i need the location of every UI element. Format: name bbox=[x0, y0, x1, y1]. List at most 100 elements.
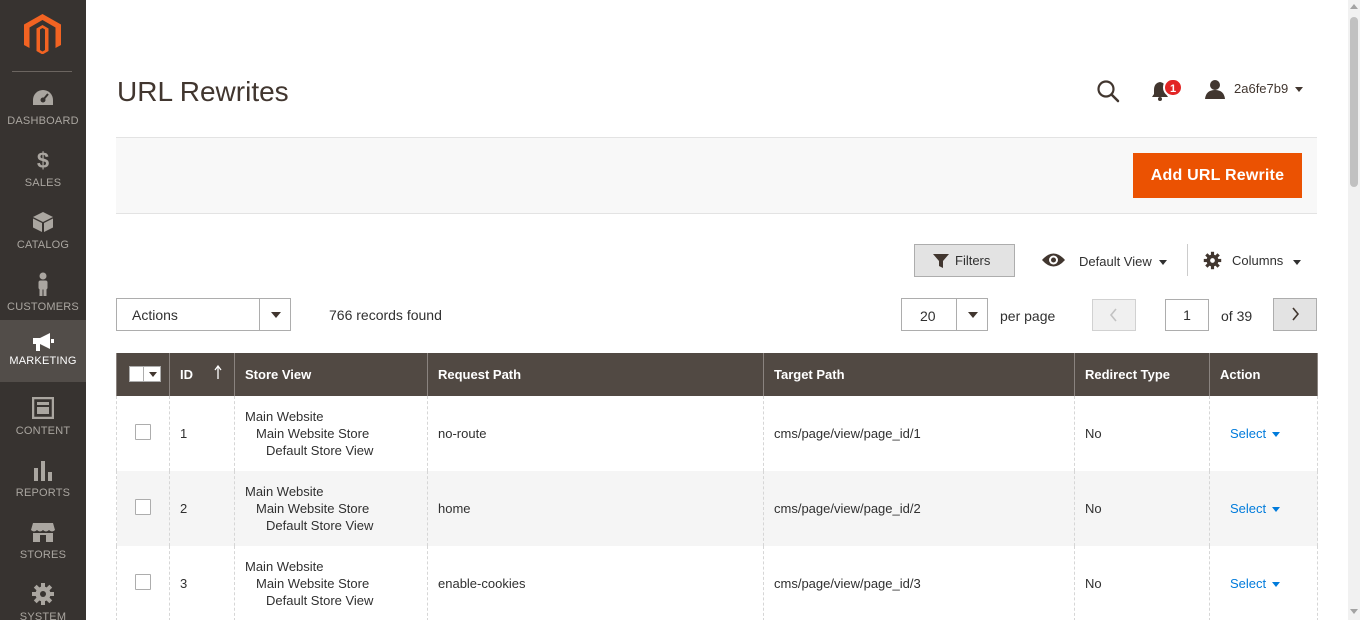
store-view-website: Main Website bbox=[245, 484, 324, 499]
svg-text:$: $ bbox=[37, 148, 49, 172]
chevron-left-icon bbox=[1109, 308, 1117, 322]
cell-store-view: Main Website Main Website Store Default … bbox=[234, 471, 428, 546]
row-select-cell[interactable] bbox=[116, 471, 170, 546]
scroll-up-arrow-icon[interactable] bbox=[1350, 4, 1358, 9]
table-row[interactable]: 1 Main Website Main Website Store Defaul… bbox=[116, 396, 1318, 471]
per-page-label: per page bbox=[1000, 308, 1056, 324]
cell-id: 1 bbox=[169, 396, 235, 471]
search-icon[interactable] bbox=[1096, 79, 1120, 103]
sidebar-item-sales[interactable]: $ SALES bbox=[0, 144, 86, 206]
per-page-select[interactable]: 20 bbox=[901, 298, 988, 331]
row-action-select[interactable]: Select bbox=[1220, 576, 1266, 591]
cell-action: Select bbox=[1209, 546, 1318, 620]
row-checkbox[interactable] bbox=[135, 424, 151, 440]
gear-icon bbox=[29, 580, 57, 608]
cell-id: 2 bbox=[169, 471, 235, 546]
mass-select-checkbox[interactable] bbox=[129, 366, 161, 382]
chevron-down-icon[interactable] bbox=[1295, 87, 1303, 92]
sidebar-item-marketing[interactable]: MARKETING bbox=[0, 320, 86, 382]
sidebar-item-label: REPORTS bbox=[15, 487, 71, 499]
sidebar-item-label: MARKETING bbox=[9, 355, 77, 367]
sidebar-item-label: CATALOG bbox=[16, 239, 70, 251]
chevron-down-icon[interactable] bbox=[956, 299, 987, 330]
row-action-select[interactable]: Select bbox=[1220, 426, 1266, 441]
dollar-icon: $ bbox=[29, 146, 57, 174]
scroll-down-arrow-icon[interactable] bbox=[1350, 609, 1358, 614]
cell-store-view: Main Website Main Website Store Default … bbox=[234, 396, 428, 471]
column-header-target-path[interactable]: Target Path bbox=[763, 353, 1075, 396]
chevron-down-icon[interactable] bbox=[1272, 507, 1281, 513]
filter-icon bbox=[933, 253, 949, 269]
sidebar-item-catalog[interactable]: CATALOG bbox=[0, 206, 86, 268]
box-icon bbox=[29, 208, 57, 236]
dashboard-icon bbox=[29, 84, 57, 112]
row-select-cell[interactable] bbox=[116, 396, 170, 471]
row-select-cell[interactable] bbox=[116, 546, 170, 620]
cell-id: 3 bbox=[169, 546, 235, 620]
current-page-input[interactable] bbox=[1165, 299, 1209, 331]
sidebar-item-content[interactable]: CONTENT bbox=[0, 392, 86, 454]
store-view-view: Default Store View bbox=[266, 443, 374, 458]
cell-request-path: no-route bbox=[427, 396, 764, 471]
next-page-button[interactable] bbox=[1273, 298, 1317, 331]
filters-button[interactable]: Filters bbox=[914, 244, 1015, 277]
filters-label: Filters bbox=[955, 253, 991, 268]
per-page-value: 20 bbox=[920, 308, 936, 324]
magento-logo-icon[interactable] bbox=[24, 14, 61, 55]
cell-request-path: home bbox=[427, 471, 764, 546]
eye-icon[interactable] bbox=[1041, 251, 1066, 269]
bar-chart-icon bbox=[29, 456, 57, 484]
records-found-count: 766 records found bbox=[329, 307, 442, 323]
cell-action: Select bbox=[1209, 396, 1318, 471]
chevron-down-icon[interactable] bbox=[1272, 582, 1281, 588]
store-view-store: Main Website Store bbox=[256, 576, 370, 591]
layout-icon bbox=[29, 394, 57, 422]
cell-store-view: Main Website Main Website Store Default … bbox=[234, 546, 428, 620]
storefront-icon bbox=[29, 518, 57, 546]
page-scrollbar[interactable] bbox=[1348, 0, 1360, 620]
cell-request-path: enable-cookies bbox=[427, 546, 764, 620]
account-username[interactable]: 2a6fe7b9 bbox=[1234, 81, 1288, 96]
column-header-id[interactable]: ID bbox=[169, 353, 235, 396]
url-rewrites-table: ID Store View Request Path Target Path R… bbox=[116, 353, 1318, 620]
scrollbar-thumb[interactable] bbox=[1350, 17, 1358, 187]
mass-actions-dropdown[interactable]: Actions bbox=[116, 298, 291, 331]
view-switcher-label[interactable]: Default View bbox=[1079, 254, 1152, 269]
cell-action: Select bbox=[1209, 471, 1318, 546]
sidebar-item-reports[interactable]: REPORTS bbox=[0, 454, 86, 516]
store-view-store: Main Website Store bbox=[256, 501, 370, 516]
sidebar-item-label: STORES bbox=[19, 549, 67, 561]
sidebar-item-stores[interactable]: STORES bbox=[0, 516, 86, 578]
chevron-down-icon[interactable] bbox=[1293, 260, 1301, 265]
store-view-store: Main Website Store bbox=[256, 426, 370, 441]
controls-divider bbox=[1187, 244, 1188, 276]
row-checkbox[interactable] bbox=[135, 574, 151, 590]
sidebar-item-system[interactable]: SYSTEM bbox=[0, 578, 86, 620]
mass-actions-label: Actions bbox=[132, 307, 178, 323]
add-url-rewrite-button[interactable]: Add URL Rewrite bbox=[1133, 153, 1302, 198]
table-header-row: ID Store View Request Path Target Path R… bbox=[116, 353, 1318, 396]
table-row[interactable]: 3 Main Website Main Website Store Defaul… bbox=[116, 546, 1318, 620]
sidebar-item-dashboard[interactable]: DASHBOARD bbox=[0, 82, 86, 144]
page-title: URL Rewrites bbox=[117, 76, 289, 107]
previous-page-button[interactable] bbox=[1092, 299, 1136, 331]
table-row[interactable]: 2 Main Website Main Website Store Defaul… bbox=[116, 471, 1318, 546]
cell-target-path: cms/page/view/page_id/1 bbox=[763, 396, 1075, 471]
chevron-down-icon[interactable] bbox=[1159, 260, 1167, 265]
column-header-action: Action bbox=[1209, 353, 1318, 396]
megaphone-icon bbox=[29, 328, 57, 356]
chevron-down-icon[interactable] bbox=[259, 299, 290, 330]
person-icon bbox=[29, 270, 57, 298]
column-header-request-path[interactable]: Request Path bbox=[427, 353, 764, 396]
chevron-down-icon[interactable] bbox=[1272, 432, 1281, 438]
column-header-redirect-type[interactable]: Redirect Type bbox=[1074, 353, 1210, 396]
mass-select-header[interactable] bbox=[116, 353, 170, 396]
notifications-count-badge[interactable]: 1 bbox=[1163, 78, 1183, 97]
sidebar-item-label: DASHBOARD bbox=[7, 115, 79, 127]
columns-label[interactable]: Columns bbox=[1232, 253, 1283, 268]
column-header-store-view[interactable]: Store View bbox=[234, 353, 428, 396]
user-avatar-icon[interactable] bbox=[1205, 79, 1225, 99]
gear-icon[interactable] bbox=[1203, 251, 1222, 270]
row-action-select[interactable]: Select bbox=[1220, 501, 1266, 516]
row-checkbox[interactable] bbox=[135, 499, 151, 515]
